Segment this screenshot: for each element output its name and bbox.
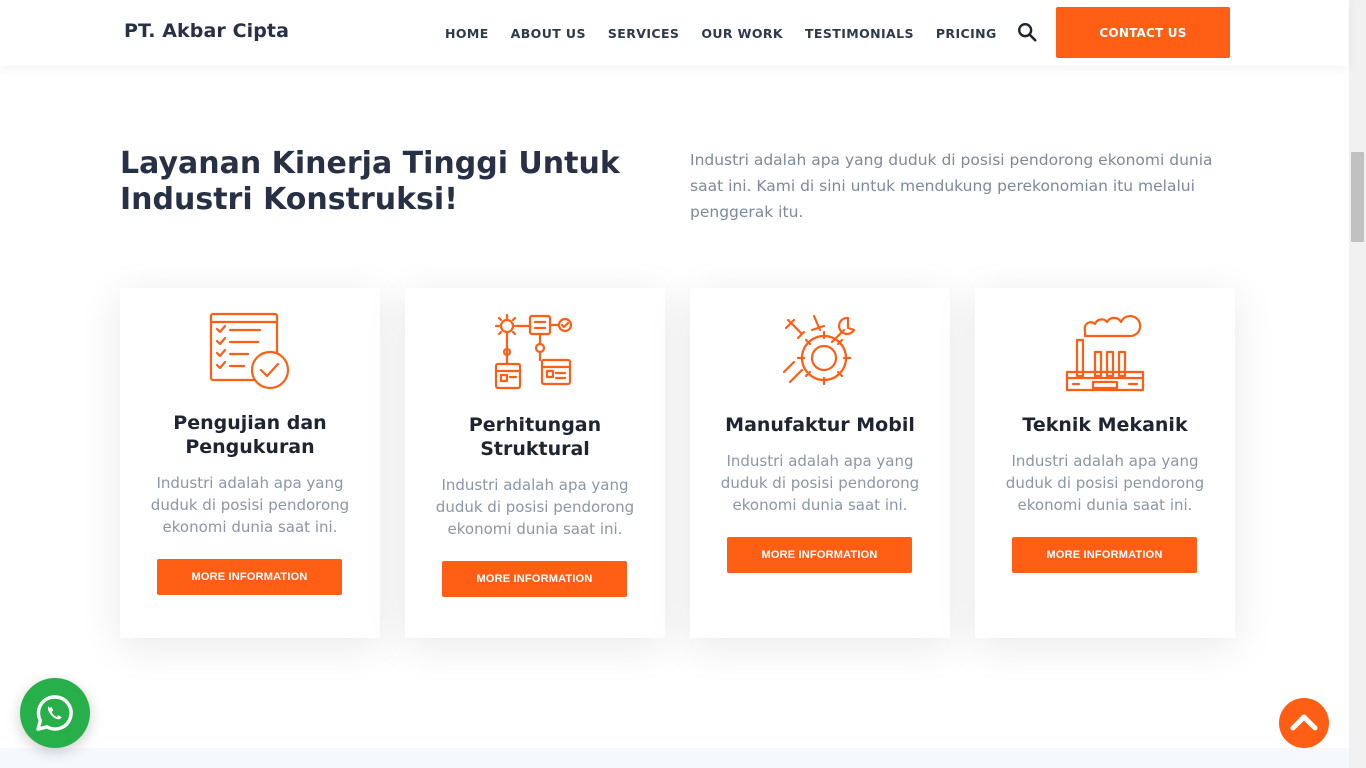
card-text: Industri adalah apa yang duduk di posisi… bbox=[150, 474, 350, 536]
search-icon[interactable] bbox=[1016, 21, 1038, 43]
more-information-button[interactable]: MORE INFORMATION bbox=[442, 561, 627, 597]
factory-icon bbox=[1065, 315, 1145, 392]
brand-logo[interactable]: PT. Akbar Cipta bbox=[124, 20, 289, 42]
gear-tools-icon bbox=[782, 314, 856, 386]
nav-services[interactable]: SERVICES bbox=[608, 26, 679, 41]
service-card-teknik: Teknik Mekanik Industri adalah apa yang … bbox=[975, 288, 1235, 638]
more-information-button[interactable]: MORE INFORMATION bbox=[1012, 537, 1197, 573]
section-title: Layanan Kinerja Tinggi Untuk Industri Ko… bbox=[120, 146, 620, 217]
flowchart-icon bbox=[494, 313, 573, 390]
more-information-button[interactable]: MORE INFORMATION bbox=[727, 537, 912, 573]
next-section-strip bbox=[0, 748, 1349, 768]
whatsapp-button[interactable] bbox=[20, 678, 90, 748]
back-to-top-button[interactable] bbox=[1279, 698, 1329, 748]
card-title: Perhitungan Struktural bbox=[468, 414, 602, 460]
section-description: Industri adalah apa yang duduk di posisi… bbox=[690, 151, 1213, 221]
contact-us-button[interactable]: CONTACT US bbox=[1056, 7, 1230, 58]
service-card-manufaktur: Manufaktur Mobil Industri adalah apa yan… bbox=[690, 288, 950, 638]
card-title: Pengujian dan Pengukuran bbox=[173, 412, 327, 458]
nav-pricing[interactable]: PRICING bbox=[936, 26, 997, 41]
card-title: Manufaktur Mobil bbox=[725, 414, 915, 436]
card-text: Industri adalah apa yang duduk di posisi… bbox=[435, 476, 635, 538]
nav-testimonials[interactable]: TESTIMONIALS bbox=[805, 26, 914, 41]
scrollbar-thumb[interactable] bbox=[1351, 152, 1364, 242]
page-scrollbar[interactable] bbox=[1349, 0, 1366, 768]
card-text: Industri adalah apa yang duduk di posisi… bbox=[720, 452, 920, 514]
nav-our-work[interactable]: OUR WORK bbox=[701, 26, 783, 41]
card-title: Teknik Mekanik bbox=[1022, 414, 1188, 436]
nav-home[interactable]: HOME bbox=[445, 26, 489, 41]
service-card-perhitungan: Perhitungan Struktural Industri adalah a… bbox=[405, 288, 665, 638]
site-header: PT. Akbar Cipta HOME ABOUT US SERVICES O… bbox=[0, 0, 1349, 66]
card-text: Industri adalah apa yang duduk di posisi… bbox=[1005, 452, 1205, 514]
service-card-pengujian: Pengujian dan Pengukuran Industri adalah… bbox=[120, 288, 380, 638]
nav-about-us[interactable]: ABOUT US bbox=[511, 26, 586, 41]
more-information-button[interactable]: MORE INFORMATION bbox=[157, 559, 342, 595]
chevron-up-icon bbox=[1290, 714, 1318, 731]
checklist-icon bbox=[209, 312, 290, 390]
main-nav: HOME ABOUT US SERVICES OUR WORK TESTIMON… bbox=[434, 0, 1008, 66]
whatsapp-icon bbox=[36, 695, 73, 731]
